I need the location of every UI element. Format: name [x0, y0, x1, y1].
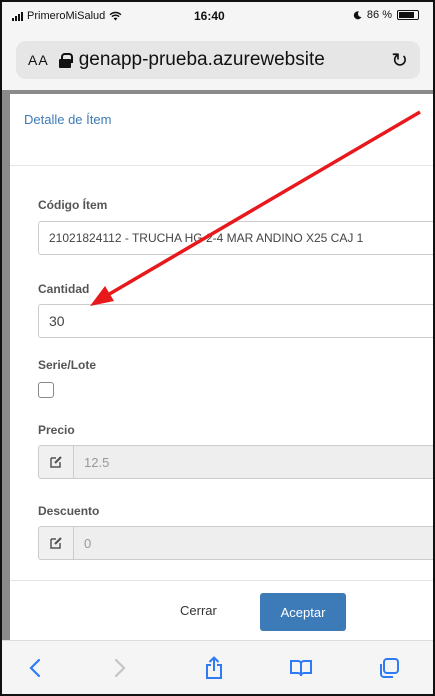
forward-button[interactable] — [104, 653, 136, 683]
carrier-info: PrimeroMiSalud — [12, 10, 122, 22]
phone-screen: PrimeroMiSalud 16:40 86 % AA genapp-prue… — [0, 0, 435, 696]
battery-status: 86 % — [353, 9, 419, 21]
reader-aa-button[interactable]: AA — [28, 52, 49, 68]
tabs-button[interactable] — [373, 653, 405, 683]
page-overlay: Detalle de Ítem Código Ítem 21021824112 … — [2, 90, 433, 647]
modal-header: Detalle de Ítem — [10, 94, 433, 166]
browser-toolbar — [2, 640, 433, 694]
url-text[interactable]: genapp-prueba.azurewebsite — [79, 49, 386, 71]
discount-field: 0 — [38, 526, 433, 560]
battery-icon — [397, 10, 419, 20]
browser-address-area: AA genapp-prueba.azurewebsite ↻ — [2, 32, 433, 90]
serial-lot-label: Serie/Lote — [38, 358, 97, 372]
price-edit-button[interactable] — [38, 445, 74, 479]
close-button[interactable]: Cerrar — [180, 603, 217, 618]
quantity-label: Cantidad — [38, 282, 90, 296]
item-code-select[interactable]: 21021824112 - TRUCHA HG 2-4 MAR ANDINO X… — [38, 221, 433, 255]
lock-icon — [58, 53, 73, 68]
discount-label: Descuento — [38, 504, 100, 518]
bookmarks-button[interactable] — [285, 653, 317, 683]
quantity-input[interactable]: 30 — [38, 304, 433, 338]
back-button[interactable] — [19, 653, 51, 683]
moon-icon — [353, 10, 362, 19]
reload-icon[interactable]: ↻ — [391, 48, 408, 73]
tabs-icon — [380, 658, 399, 678]
discount-edit-button[interactable] — [38, 526, 74, 560]
price-input[interactable]: 12.5 — [74, 445, 433, 479]
status-time: 16:40 — [194, 9, 225, 23]
share-icon — [206, 656, 222, 679]
carrier-name: PrimeroMiSalud — [27, 10, 106, 22]
battery-percent: 86 % — [366, 9, 392, 21]
accept-button[interactable]: Aceptar — [260, 593, 346, 631]
book-icon — [290, 660, 312, 677]
edit-icon — [50, 456, 62, 468]
wifi-icon — [109, 11, 122, 21]
modal-title: Detalle de Ítem — [24, 112, 112, 127]
status-bar: PrimeroMiSalud 16:40 86 % — [2, 2, 433, 32]
forward-icon — [114, 658, 126, 678]
address-bar[interactable]: AA genapp-prueba.azurewebsite ↻ — [16, 41, 420, 79]
modal-footer: Cerrar Aceptar — [10, 580, 433, 647]
share-button[interactable] — [198, 653, 230, 683]
item-code-label: Código Ítem — [38, 198, 108, 212]
price-label: Precio — [38, 423, 75, 437]
price-field: 12.5 — [38, 445, 433, 479]
item-detail-modal: Detalle de Ítem Código Ítem 21021824112 … — [10, 94, 433, 647]
signal-icon — [12, 11, 23, 21]
back-icon — [29, 658, 41, 678]
edit-icon — [50, 537, 62, 549]
discount-input[interactable]: 0 — [74, 526, 433, 560]
serial-lot-checkbox[interactable] — [38, 382, 54, 398]
